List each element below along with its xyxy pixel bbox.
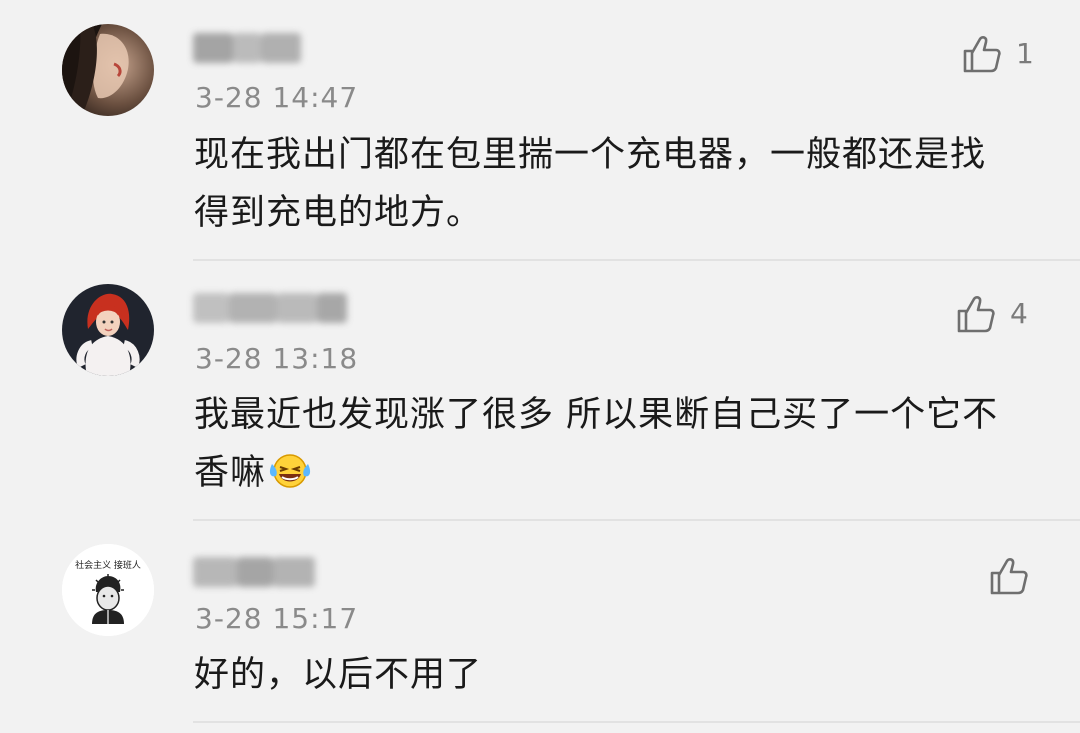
comment-text-3: 好的，以后不用了 bbox=[194, 655, 483, 695]
like-button-1[interactable]: 1 bbox=[962, 32, 1034, 76]
avatar-3[interactable]: 社会主义 接班人 bbox=[62, 544, 154, 636]
thumbs-up-icon bbox=[990, 558, 1028, 595]
comment-time-2: 3-28 13:18 bbox=[195, 342, 359, 375]
divider-1 bbox=[193, 259, 1080, 261]
like-count-1: 1 bbox=[1016, 37, 1034, 70]
username-1-blurred[interactable] bbox=[193, 30, 313, 66]
comment-text-1: 现在我出门都在包里揣一个充电器，一般都还是找得到充电的地方。 bbox=[194, 135, 987, 233]
like-button-3[interactable] bbox=[989, 554, 1043, 598]
username-3-blurred[interactable] bbox=[193, 554, 333, 590]
laughing-crying-emoji-icon bbox=[268, 450, 312, 508]
avatar-3-image: 社会主义 接班人 bbox=[62, 544, 154, 636]
divider-3 bbox=[193, 721, 1080, 723]
comment-item-2: 3-28 13:18 我最近也发现涨了很多 所以果断自己买了一个它不香嘛 4 bbox=[0, 262, 1080, 522]
avatar-1-image bbox=[62, 24, 154, 116]
avatar-2-image bbox=[62, 284, 154, 376]
comment-item-3: 社会主义 接班人 3-28 15:17 好的，以后不用了 bbox=[0, 522, 1080, 733]
comment-item-1: 3-28 14:47 现在我出门都在包里揣一个充电器，一般都还是找得到充电的地方… bbox=[0, 0, 1080, 262]
comment-text-2: 我最近也发现涨了很多 所以果断自己买了一个它不香嘛 bbox=[194, 386, 1014, 508]
thumbs-up-icon bbox=[963, 36, 1001, 73]
username-2-blurred[interactable] bbox=[193, 290, 353, 326]
avatar-1[interactable] bbox=[62, 24, 154, 116]
divider-2 bbox=[193, 519, 1080, 521]
comment-time-3: 3-28 15:17 bbox=[195, 602, 359, 635]
like-button-2[interactable]: 4 bbox=[956, 292, 1028, 336]
comment-time-1: 3-28 14:47 bbox=[195, 81, 359, 114]
thumbs-up-icon bbox=[957, 296, 995, 333]
avatar-2[interactable] bbox=[62, 284, 154, 376]
like-count-2: 4 bbox=[1010, 297, 1028, 330]
avatar-3-caption: 社会主义 接班人 bbox=[75, 559, 141, 571]
comment-text-2-body: 我最近也发现涨了很多 所以果断自己买了一个它不香嘛 bbox=[194, 395, 999, 493]
